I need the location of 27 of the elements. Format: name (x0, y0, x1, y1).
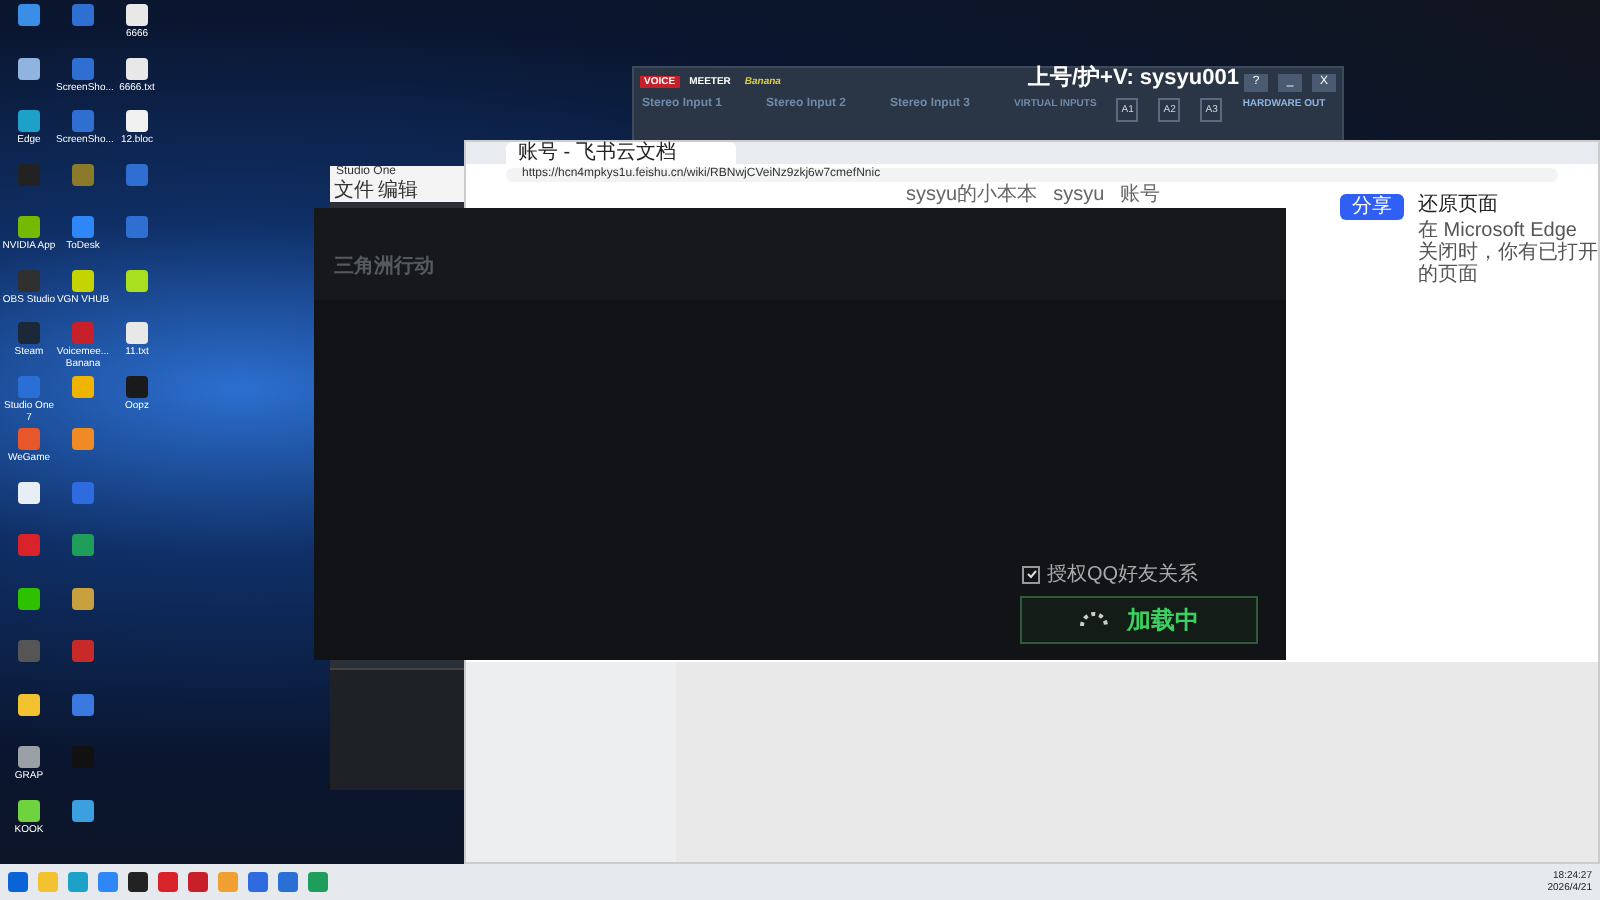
breadcrumb-link[interactable]: 账号 (1120, 184, 1161, 206)
restore-title: 还原页面 (1418, 192, 1500, 218)
browser-tab[interactable]: 账号 - 飞书云文档 (506, 142, 736, 164)
loading-button[interactable]: 加载中 (1020, 596, 1258, 644)
app-icon[interactable] (126, 57, 148, 79)
app-icon[interactable] (72, 799, 94, 821)
app-icon[interactable] (18, 481, 40, 503)
app-icon[interactable] (18, 693, 40, 715)
app-icon[interactable] (72, 269, 94, 291)
app-icon[interactable] (126, 269, 148, 291)
app-icon[interactable] (18, 799, 40, 821)
checkbox-label: 授权QQ好友关系 (1046, 561, 1198, 588)
mixer-panel (330, 668, 470, 790)
restore-message: 在 Microsoft Edge 关闭时，你有已打开的页面 (1418, 220, 1598, 286)
app-icon[interactable] (18, 587, 40, 609)
menu-item[interactable]: 编辑 (378, 180, 418, 202)
breadcrumb-link[interactable]: sysyu的小本本 (906, 184, 1038, 206)
menu-item[interactable]: 文件 (334, 180, 374, 202)
overlay-text: 上号/护+V: sysyu001 (1028, 63, 1239, 92)
app-icon[interactable] (72, 587, 94, 609)
game-logo: 三角洲行动 (334, 253, 434, 280)
breadcrumb-link[interactable]: sysyu (1053, 184, 1105, 206)
app-icon[interactable] (128, 872, 148, 892)
app-icon[interactable] (18, 57, 40, 79)
checkbox[interactable] (1022, 565, 1041, 583)
share-button[interactable]: 分享 (1340, 194, 1404, 220)
spinner-icon (1079, 612, 1107, 628)
